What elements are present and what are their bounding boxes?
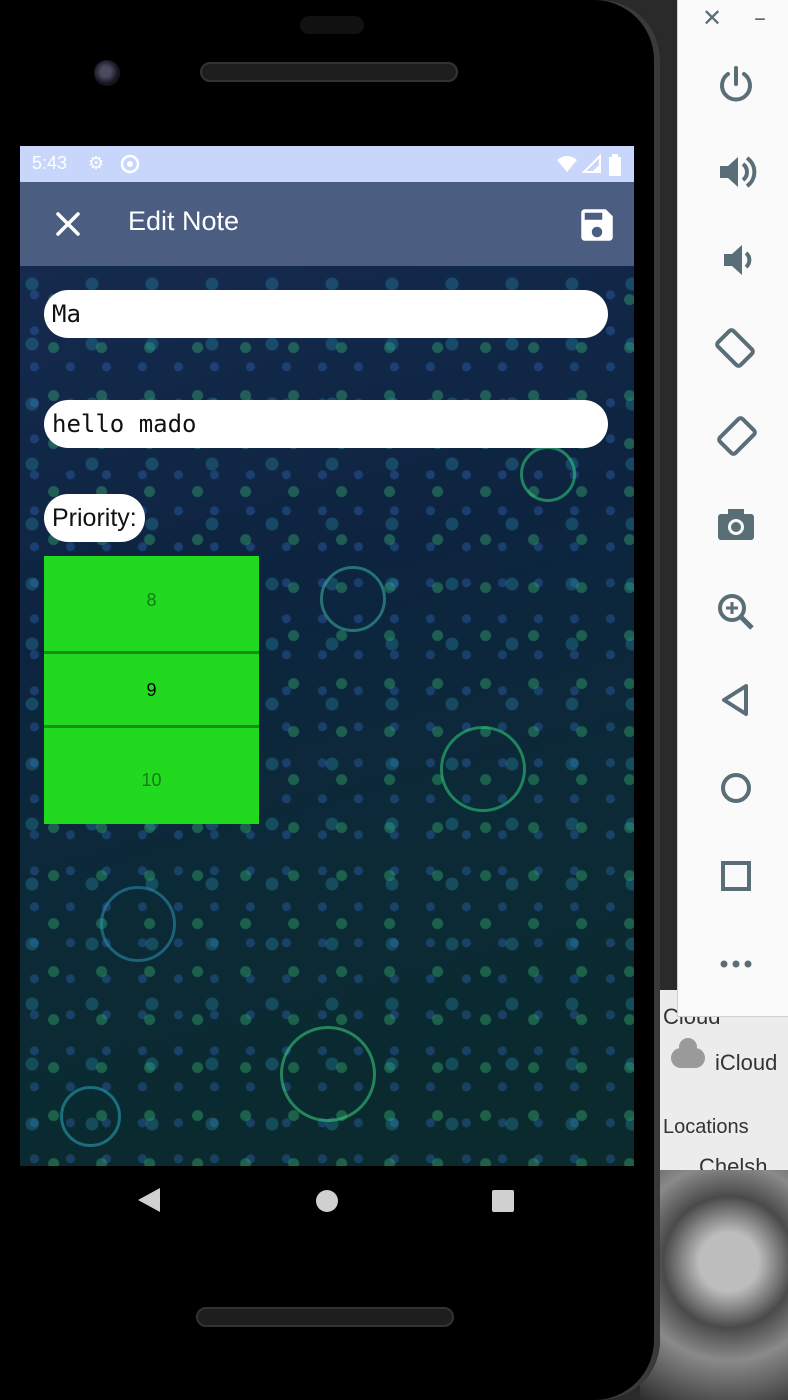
status-time: 5:43 xyxy=(32,153,68,173)
title-input[interactable]: Ma xyxy=(44,290,608,338)
volume-up-icon[interactable] xyxy=(712,148,760,196)
finder-section-locations: Locations xyxy=(663,1116,749,1138)
emulator-toolbar: ✕ – xyxy=(677,0,788,1017)
phone-screen: 5:43 ⚙ Edit Note Ma hello mado Priority:… xyxy=(20,146,634,1166)
wallpaper-doodle xyxy=(280,1026,376,1122)
emulator-phone-frame: 5:43 ⚙ Edit Note Ma hello mado Priority:… xyxy=(0,0,660,1400)
picker-divider xyxy=(44,651,259,654)
overview-icon[interactable] xyxy=(712,852,760,900)
status-bar: 5:43 ⚙ xyxy=(20,146,634,182)
page-title: Edit Note xyxy=(128,206,240,236)
back-icon[interactable] xyxy=(138,1188,160,1212)
priority-option-selected[interactable]: 9 xyxy=(44,680,259,701)
priority-option[interactable]: 8 xyxy=(44,590,259,611)
priority-label: Priority: xyxy=(44,494,145,542)
battery-icon xyxy=(608,154,628,176)
minimize-icon[interactable]: – xyxy=(754,4,766,32)
priority-number-picker[interactable]: 8 9 10 xyxy=(44,556,259,824)
note-editor-body: Ma hello mado Priority: 8 9 10 xyxy=(20,266,634,1166)
rotate-left-icon[interactable] xyxy=(712,324,760,372)
zoom-icon[interactable] xyxy=(712,588,760,636)
wallpaper-doodle xyxy=(60,1086,121,1147)
finder-item-icloud[interactable]: iCloud xyxy=(715,1050,777,1076)
recents-icon[interactable] xyxy=(492,1190,514,1212)
front-camera xyxy=(94,60,120,86)
priority-option[interactable]: 10 xyxy=(44,770,259,791)
wallpaper-doodle xyxy=(520,446,576,502)
home-icon[interactable] xyxy=(316,1190,338,1212)
home-icon[interactable] xyxy=(712,764,760,812)
sync-icon xyxy=(120,154,140,174)
cloud-icon xyxy=(671,1038,705,1068)
more-icon[interactable] xyxy=(712,940,760,988)
top-notch xyxy=(300,16,364,34)
android-nav-bar xyxy=(20,1166,634,1238)
gear-icon: ⚙ xyxy=(88,153,105,174)
back-icon[interactable] xyxy=(712,676,760,724)
earpiece-speaker xyxy=(200,62,458,82)
desktop-wallpaper xyxy=(640,1170,788,1400)
save-icon[interactable] xyxy=(576,204,618,246)
bottom-speaker xyxy=(196,1307,454,1327)
close-icon[interactable] xyxy=(46,202,90,246)
wallpaper-doodle xyxy=(440,726,526,812)
wallpaper-doodle xyxy=(100,886,176,962)
camera-icon[interactable] xyxy=(712,500,760,548)
picker-divider xyxy=(44,725,259,728)
description-input[interactable]: hello mado xyxy=(44,400,608,448)
wallpaper-doodle xyxy=(320,566,386,632)
signal-icon xyxy=(581,153,602,174)
rotate-right-icon[interactable] xyxy=(712,412,760,460)
volume-down-icon[interactable] xyxy=(712,236,760,284)
wifi-icon xyxy=(556,154,577,174)
power-icon[interactable] xyxy=(712,60,760,108)
app-bar: Edit Note xyxy=(20,182,634,266)
desktop-finder-sidebar: Cloud iCloud Locations Chelsh xyxy=(655,990,788,1179)
close-icon[interactable]: ✕ xyxy=(702,4,722,32)
